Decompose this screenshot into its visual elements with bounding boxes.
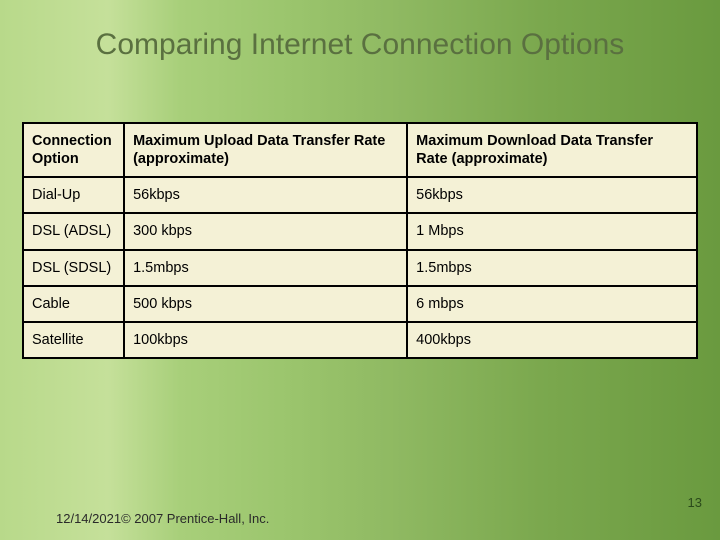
cell-download: 56kbps [407,177,697,213]
cell-upload: 500 kbps [124,286,407,322]
cell-upload: 100kbps [124,322,407,358]
cell-upload: 1.5mbps [124,250,407,286]
footer-text: 12/14/2021© 2007 Prentice-Hall, Inc. [56,511,269,526]
header-option: Connection Option [23,123,124,177]
cell-download: 400kbps [407,322,697,358]
cell-option: Satellite [23,322,124,358]
cell-option: DSL (SDSL) [23,250,124,286]
header-upload: Maximum Upload Data Transfer Rate (appro… [124,123,407,177]
cell-option: DSL (ADSL) [23,213,124,249]
cell-upload: 56kbps [124,177,407,213]
table-row: Dial-Up 56kbps 56kbps [23,177,697,213]
cell-option: Cable [23,286,124,322]
cell-download: 6 mbps [407,286,697,322]
cell-option: Dial-Up [23,177,124,213]
table-row: DSL (SDSL) 1.5mbps 1.5mbps [23,250,697,286]
table-row: DSL (ADSL) 300 kbps 1 Mbps [23,213,697,249]
page-number: 13 [688,495,702,510]
table-header-row: Connection Option Maximum Upload Data Tr… [23,123,697,177]
comparison-table-wrap: Connection Option Maximum Upload Data Tr… [22,122,698,359]
table-row: Cable 500 kbps 6 mbps [23,286,697,322]
header-download: Maximum Download Data Transfer Rate (app… [407,123,697,177]
cell-download: 1.5mbps [407,250,697,286]
table-row: Satellite 100kbps 400kbps [23,322,697,358]
comparison-table: Connection Option Maximum Upload Data Tr… [22,122,698,359]
cell-download: 1 Mbps [407,213,697,249]
slide-title: Comparing Internet Connection Options [0,0,720,72]
cell-upload: 300 kbps [124,213,407,249]
